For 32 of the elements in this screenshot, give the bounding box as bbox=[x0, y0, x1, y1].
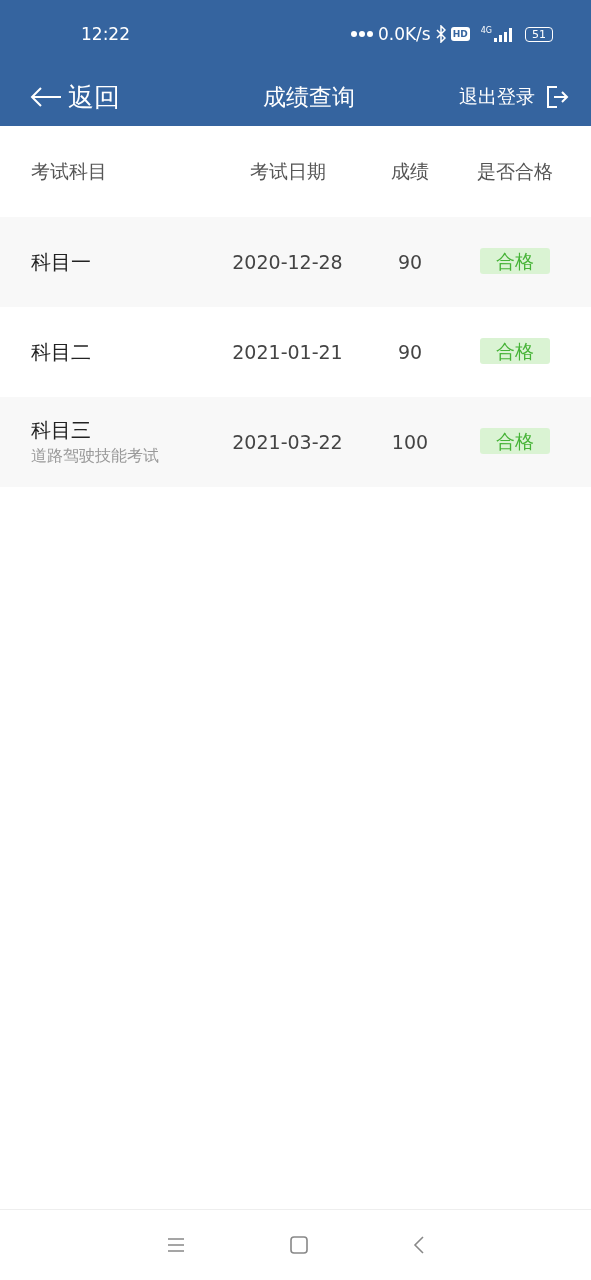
table-cell: 2020-12-28 bbox=[232, 251, 343, 273]
bluetooth-icon bbox=[435, 25, 446, 43]
arrow-left-icon bbox=[30, 86, 62, 108]
logout-icon bbox=[545, 85, 569, 109]
column-header: 成绩 bbox=[391, 158, 429, 184]
home-icon[interactable] bbox=[289, 1236, 308, 1254]
table-cell: 2021-01-21 bbox=[232, 341, 343, 363]
table-cell-text: 科目二 bbox=[31, 338, 92, 366]
table-cell: 100 bbox=[391, 431, 429, 453]
column-header: 考试日期 bbox=[249, 158, 326, 184]
result-badge: 合格 bbox=[480, 248, 550, 274]
hd-badge: HD bbox=[450, 27, 470, 41]
result-badge: 合格 bbox=[480, 338, 550, 364]
back-icon[interactable] bbox=[412, 1236, 425, 1254]
column-header: 是否合格 bbox=[477, 158, 553, 184]
menu-icon[interactable] bbox=[166, 1237, 185, 1253]
back-button[interactable]: 返回 bbox=[30, 79, 120, 115]
status-time: 12:22 bbox=[81, 24, 130, 44]
table-cell: 90 bbox=[397, 341, 423, 363]
network-type: 4G bbox=[480, 26, 492, 35]
result-badge: 合格 bbox=[480, 428, 550, 454]
subject-description: 道路驾驶技能考试 bbox=[31, 446, 160, 467]
page-title: 成绩查询 bbox=[262, 82, 355, 112]
table-cell: 90 bbox=[397, 251, 423, 273]
network-speed: 0.0K/s bbox=[377, 24, 431, 44]
table-cell-text: 科目三 bbox=[31, 417, 92, 444]
table-cell: 2021-03-22 bbox=[232, 431, 343, 453]
logout-button[interactable]: 退出登录 bbox=[459, 84, 569, 110]
battery-icon: 51 bbox=[525, 26, 553, 42]
table-cell-text: 科目一 bbox=[31, 248, 92, 276]
dots-icon bbox=[350, 30, 373, 38]
column-header: 考试科目 bbox=[31, 158, 108, 184]
